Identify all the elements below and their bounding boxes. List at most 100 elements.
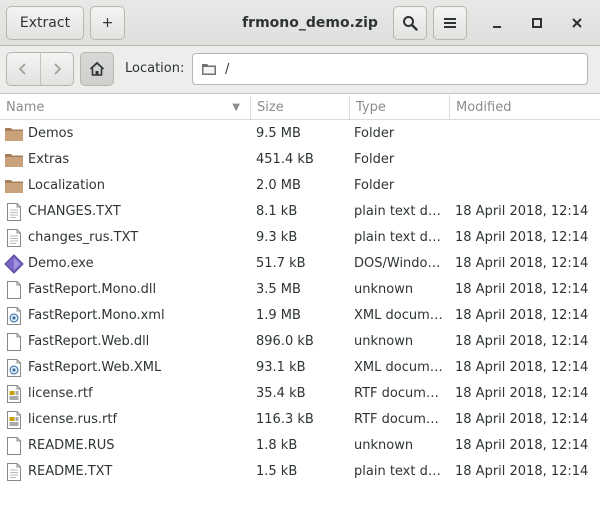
file-row[interactable]: CHANGES.TXT 8.1 kB plain text document 18 A… — [0, 199, 600, 225]
file-modified: 18 April 2018, 12:14 — [455, 282, 589, 297]
header-bar: Extract + frmono_demo.zip — [0, 0, 600, 46]
file-modified: 18 April 2018, 12:14 — [455, 334, 589, 349]
forward-button[interactable] — [39, 53, 74, 85]
file-row[interactable]: FastReport.Web.dll 896.0 kB unknown 18 Apri… — [0, 329, 600, 355]
file-type: plain text document — [354, 230, 444, 245]
sort-down-icon: ▼ — [232, 102, 240, 113]
file-modified — [455, 147, 600, 173]
file-row[interactable]: Localization 2.0 MB Folder — [0, 173, 600, 199]
file-size: 51.7 kB — [256, 256, 306, 271]
file-size: 2.0 MB — [256, 178, 301, 193]
file-modified: 18 April 2018, 12:14 — [455, 256, 589, 271]
extract-button[interactable]: Extract — [6, 6, 84, 40]
file-type: unknown — [354, 438, 414, 453]
file-size: 451.4 kB — [256, 152, 314, 167]
minimize-button[interactable] — [483, 8, 511, 38]
xml-file-icon — [4, 303, 24, 329]
file-modified: 18 April 2018, 12:14 — [455, 204, 589, 219]
file-type: Folder — [354, 178, 395, 193]
file-modified: 18 April 2018, 12:14 — [455, 412, 589, 427]
text-file-icon — [4, 459, 24, 485]
column-name-label: Name — [6, 100, 45, 115]
file-size: 1.8 kB — [256, 438, 298, 453]
file-row[interactable]: FastReport.Mono.xml 1.9 MB XML document 18 … — [0, 303, 600, 329]
add-files-button[interactable]: + — [90, 6, 125, 40]
close-icon — [572, 18, 582, 28]
column-header: Name ▼ Size Type Modified — [0, 95, 600, 120]
file-icon — [4, 329, 24, 355]
hamburger-menu-icon — [444, 18, 456, 28]
file-row[interactable]: FastReport.Web.XML 93.1 kB XML document 18 … — [0, 355, 600, 381]
location-field[interactable]: / — [192, 53, 588, 85]
file-size: 8.1 kB — [256, 204, 298, 219]
xml-file-icon — [4, 355, 24, 381]
back-button[interactable] — [7, 53, 40, 85]
rtf-file-icon — [4, 407, 24, 433]
home-button[interactable] — [80, 52, 114, 86]
file-type: RTF document — [354, 386, 444, 401]
file-row[interactable]: Demo.exe 51.7 kB DOS/Windows executable 18 … — [0, 251, 600, 277]
file-modified: 18 April 2018, 12:14 — [455, 438, 589, 453]
file-size: 116.3 kB — [256, 412, 314, 427]
file-type: XML document — [354, 308, 444, 323]
file-row[interactable]: license.rtf 35.4 kB RTF document 18 April 2… — [0, 381, 600, 407]
file-type: RTF document — [354, 412, 444, 427]
maximize-button[interactable] — [523, 8, 551, 38]
file-size: 9.3 kB — [256, 230, 298, 245]
file-type: unknown — [354, 334, 414, 349]
chevron-left-icon — [19, 63, 26, 75]
navigation-buttons — [6, 52, 74, 86]
file-modified: 18 April 2018, 12:14 — [455, 230, 589, 245]
location-label: Location: — [125, 61, 185, 76]
file-modified: 18 April 2018, 12:14 — [455, 386, 589, 401]
file-modified: 18 April 2018, 12:14 — [455, 308, 589, 323]
file-name: FastReport.Mono.dll — [28, 282, 157, 297]
column-modified[interactable]: Modified — [449, 95, 600, 120]
menu-button[interactable] — [433, 6, 467, 40]
location-toolbar: Location: / — [0, 46, 600, 94]
file-name: changes_rus.TXT — [28, 230, 139, 245]
file-name: README.RUS — [28, 438, 115, 453]
file-size: 1.9 MB — [256, 308, 301, 323]
file-row[interactable]: changes_rus.TXT 9.3 kB plain text document… — [0, 225, 600, 251]
close-button[interactable] — [563, 8, 591, 38]
file-row[interactable]: Demos 9.5 MB Folder — [0, 121, 600, 147]
folder-icon — [4, 147, 24, 173]
home-icon — [89, 61, 105, 76]
file-row[interactable]: README.RUS 1.8 kB unknown 18 April 2018, 12… — [0, 433, 600, 459]
column-name[interactable]: Name ▼ — [0, 95, 250, 120]
file-name: license.rtf — [28, 386, 93, 401]
file-modified — [455, 121, 600, 147]
file-name: Localization — [28, 178, 105, 193]
file-name: FastReport.Mono.xml — [28, 308, 165, 323]
file-name: CHANGES.TXT — [28, 204, 121, 219]
file-row[interactable]: FastReport.Mono.dll 3.5 MB unknown 18 April… — [0, 277, 600, 303]
file-type: Folder — [354, 126, 395, 141]
file-size: 35.4 kB — [256, 386, 306, 401]
file-size: 3.5 MB — [256, 282, 301, 297]
executable-icon — [4, 251, 24, 277]
chevron-right-icon — [54, 63, 61, 75]
file-list: Demos 9.5 MB Folder Extras 451.4 kB Folder Loc… — [0, 121, 600, 485]
file-row[interactable]: README.TXT 1.5 kB plain text document 18 Ap… — [0, 459, 600, 485]
file-type: plain text document — [354, 464, 444, 479]
folder-icon — [4, 173, 24, 199]
file-size: 896.0 kB — [256, 334, 314, 349]
file-name: FastReport.Web.dll — [28, 334, 150, 349]
file-row[interactable]: license.rus.rtf 116.3 kB RTF document 18 Ap… — [0, 407, 600, 433]
file-name: README.TXT — [28, 464, 113, 479]
column-type[interactable]: Type — [349, 95, 449, 120]
file-modified — [455, 173, 600, 199]
file-type: DOS/Windows executable — [354, 256, 444, 271]
archive-manager-window: Extract + frmono_demo.zip Location: / Na… — [0, 0, 600, 528]
file-name: FastReport.Web.XML — [28, 360, 162, 375]
column-size[interactable]: Size — [250, 95, 349, 120]
location-value: / — [225, 61, 230, 77]
file-name: Demos — [28, 126, 74, 141]
search-button[interactable] — [393, 6, 427, 40]
search-icon — [403, 16, 418, 31]
file-modified: 18 April 2018, 12:14 — [455, 360, 589, 375]
file-row[interactable]: Extras 451.4 kB Folder — [0, 147, 600, 173]
file-name: license.rus.rtf — [28, 412, 118, 427]
file-icon — [4, 277, 24, 303]
